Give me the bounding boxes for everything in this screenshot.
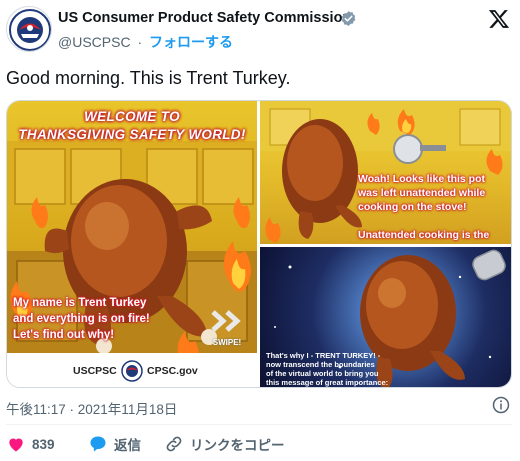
tweet-text: Good morning. This is Trent Turkey.: [6, 68, 291, 88]
x-logo-icon[interactable]: [488, 8, 510, 30]
panel2-line1: Woah! Looks like this pot: [358, 173, 485, 185]
divider: [6, 424, 512, 425]
like-count: 839: [32, 436, 55, 452]
panel3-line1: That's why I - TRENT TURKEY! -: [266, 351, 381, 360]
panel3-line4: this message of great importance:: [266, 378, 389, 387]
panel2-line3: cooking on the stove!: [358, 201, 467, 213]
panel2-line4: Unattended cooking is the: [358, 229, 490, 241]
double-chevron-right-icon: [211, 310, 241, 332]
panel3-text: That's why I - TRENT TURKEY! - now trans…: [266, 351, 388, 387]
media-panel-welcome[interactable]: WELCOME TO THANKSGIVING SAFETY WORLD! My…: [7, 101, 257, 387]
media-grid[interactable]: WELCOME TO THANKSGIVING SAFETY WORLD! My…: [6, 100, 512, 388]
panel1-footer: USCPSC CPSC.gov: [7, 353, 257, 387]
kitchen-scene: WELCOME TO THANKSGIVING SAFETY WORLD! My…: [7, 101, 257, 353]
welcome-banner-line1: WELCOME TO: [84, 109, 180, 124]
footer-cpsc-gov: CPSC.gov: [147, 365, 198, 377]
media-panel-cosmic[interactable]: That's why I - TRENT TURKEY! - now trans…: [260, 247, 511, 387]
account-name[interactable]: US Consumer Product Safety Commission: [58, 10, 351, 26]
heart-icon: [9, 438, 23, 452]
media-panel-stove[interactable]: Woah! Looks like this pot was left unatt…: [260, 101, 511, 244]
footer-uscpsc: USCPSC: [73, 365, 117, 377]
swipe-label: SWIPE!: [212, 338, 242, 347]
verified-badge-icon: [341, 11, 356, 26]
tweet-timestamp[interactable]: 午後11:17 · 2021年11月18日: [6, 398, 177, 418]
link-icon: [166, 436, 182, 452]
info-icon[interactable]: [492, 396, 510, 414]
copy-link-button[interactable]: リンクをコピー: [164, 434, 285, 454]
welcome-banner-line2: THANKSGIVING SAFETY WORLD!: [18, 127, 246, 142]
cpsc-seal-small-icon: [121, 360, 143, 382]
panel1-caption-line1: My name is Trent Turkey: [13, 297, 147, 309]
panel1-caption-line3: Let's find out why!: [13, 329, 115, 341]
panel2-line2: was left unattended while: [358, 187, 486, 199]
swipe-indicator[interactable]: SWIPE!: [207, 309, 247, 347]
follow-button[interactable]: フォローする: [149, 34, 233, 50]
tweet-header: US Consumer Product Safety Commission @U…: [0, 0, 520, 58]
like-button[interactable]: 839: [6, 434, 55, 454]
handle-row: @USCPSC · フォローする: [58, 32, 233, 52]
panel3-line3: of the virtual world to bring you: [266, 369, 379, 378]
reply-label: 返信: [114, 438, 141, 453]
reply-bubble-icon: [90, 436, 106, 452]
account-handle[interactable]: @USCPSC: [58, 34, 131, 50]
separator-dot: ·: [137, 34, 143, 50]
cpsc-seal-icon: [8, 8, 51, 51]
copy-link-label: リンクをコピー: [190, 438, 285, 453]
avatar[interactable]: [6, 6, 52, 52]
panel1-caption-line2: and everything is on fire!: [13, 313, 150, 325]
reply-button[interactable]: 返信: [88, 434, 141, 454]
panel3-line2: now transcend the boundaries: [266, 360, 375, 369]
